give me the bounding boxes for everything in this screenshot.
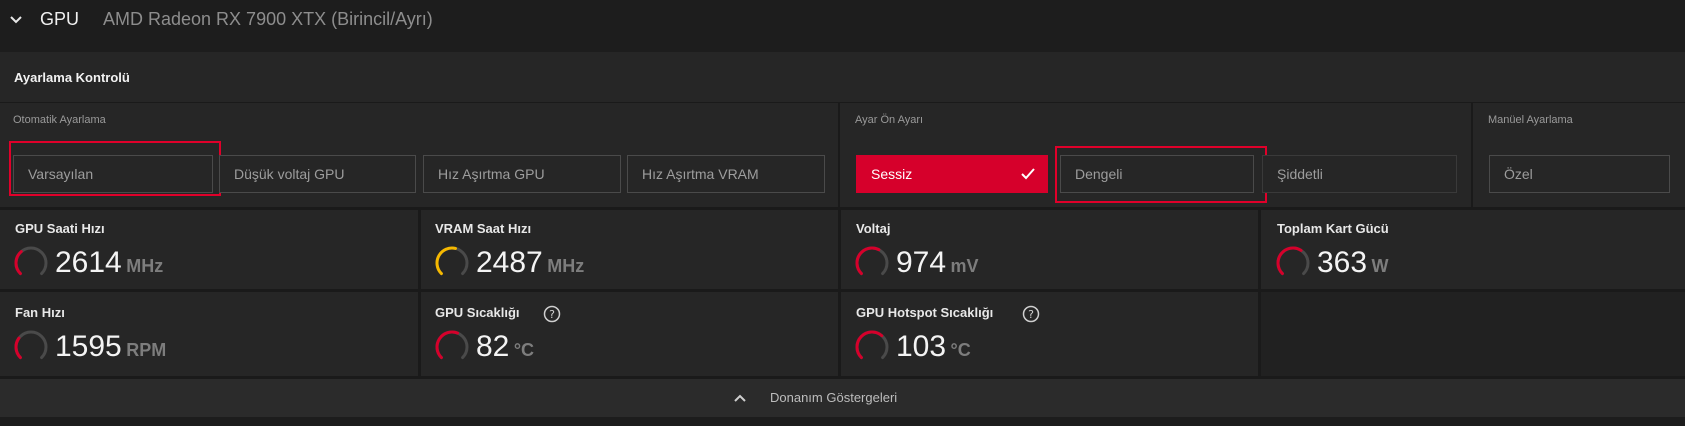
- gauge-icon: [435, 330, 469, 360]
- gauge-fill: [435, 246, 458, 276]
- svg-text:?: ?: [549, 308, 555, 321]
- metric-value-row: 2487 MHz: [476, 246, 584, 280]
- gauge-icon: [1276, 246, 1310, 276]
- metric-unit: °C: [513, 340, 535, 360]
- metric-unit: RPM: [126, 340, 167, 360]
- gauge-fill: [1276, 246, 1303, 276]
- metric-value: 974: [896, 246, 947, 279]
- auto-tuning-label: Otomatik Ayarlama: [13, 114, 106, 126]
- preset-label: Ayar Ön Ayarı: [855, 114, 924, 126]
- gauge-fill: [855, 330, 884, 360]
- gpu-section-label: GPU: [40, 9, 80, 29]
- gauge-fill: [435, 330, 460, 360]
- auto-option-oc-gpu[interactable]: Hız Aşırtma GPU: [423, 155, 621, 193]
- metric-unit: W: [1371, 256, 1389, 276]
- highlight-box-balanced: [1055, 146, 1267, 203]
- metric-value-row: 1595 RPM: [55, 330, 166, 364]
- gauge-icon: [14, 330, 48, 360]
- auto-option-undervolt[interactable]: Düşük voltaj GPU: [219, 155, 416, 193]
- gauge-fill: [855, 246, 881, 276]
- metric-tile-empty: [1261, 292, 1685, 376]
- metric-title: Toplam Kart Gücü: [1277, 221, 1389, 236]
- chevron-down-icon[interactable]: [8, 12, 24, 28]
- check-icon: [1021, 168, 1035, 180]
- metric-unit: °C: [950, 340, 971, 360]
- tuning-control-title: Ayarlama Kontrolü: [14, 70, 130, 85]
- gauge-track: [14, 330, 48, 360]
- help-icon[interactable]: ?: [1022, 305, 1040, 323]
- gauge-icon: [855, 330, 889, 360]
- gpu-device-name: AMD Radeon RX 7900 XTX (Birincil/Ayrı): [103, 9, 433, 29]
- gauge-fill: [14, 336, 22, 360]
- metric-value-row: 363 W: [1317, 246, 1389, 280]
- gauge-fill: [14, 250, 23, 276]
- metric-value-row: 2614 MHz: [55, 246, 163, 280]
- metric-unit: mV: [950, 256, 979, 276]
- tuning-control-bar: [0, 52, 1685, 102]
- help-icon[interactable]: ?: [543, 305, 561, 323]
- hardware-metrics-label: Donanım Göstergeleri: [770, 390, 898, 405]
- metric-value-row: 82 °C: [476, 330, 534, 364]
- metric-unit: MHz: [547, 256, 585, 276]
- metric-value: 1595: [55, 330, 122, 363]
- metric-title: Voltaj: [856, 221, 891, 236]
- metric-value: 2614: [55, 246, 122, 279]
- metric-value: 103: [896, 330, 947, 363]
- metric-value-row: 974 mV: [896, 246, 979, 280]
- metric-title: GPU Sıcaklığı: [435, 305, 520, 320]
- preset-option-quiet-label: Sessiz: [871, 166, 913, 182]
- preset-option-quiet[interactable]: Sessiz: [856, 155, 1048, 193]
- preset-option-aggressive[interactable]: Şiddetli: [1262, 155, 1457, 193]
- metric-title: VRAM Saat Hızı: [435, 221, 532, 236]
- manual-tuning-label: Manüel Ayarlama: [1488, 114, 1573, 126]
- metric-title: GPU Hotspot Sıcaklığı: [856, 305, 994, 320]
- svg-text:?: ?: [1028, 308, 1034, 321]
- metric-value: 2487: [476, 246, 543, 279]
- manual-option-custom[interactable]: Özel: [1489, 155, 1670, 193]
- highlight-box-default: [9, 141, 221, 196]
- gauge-icon: [435, 246, 469, 276]
- metric-title: GPU Saati Hızı: [15, 221, 105, 236]
- gauge-icon: [14, 246, 48, 276]
- metric-value-row: 103 °C: [896, 330, 971, 364]
- auto-option-oc-vram[interactable]: Hız Aşırtma VRAM: [627, 155, 825, 193]
- metric-value: 363: [1317, 246, 1368, 279]
- metric-title: Fan Hızı: [15, 305, 65, 320]
- gauge-icon: [855, 246, 889, 276]
- chevron-up-icon[interactable]: [733, 391, 747, 405]
- metric-value: 82: [476, 330, 510, 363]
- metric-unit: MHz: [126, 256, 164, 276]
